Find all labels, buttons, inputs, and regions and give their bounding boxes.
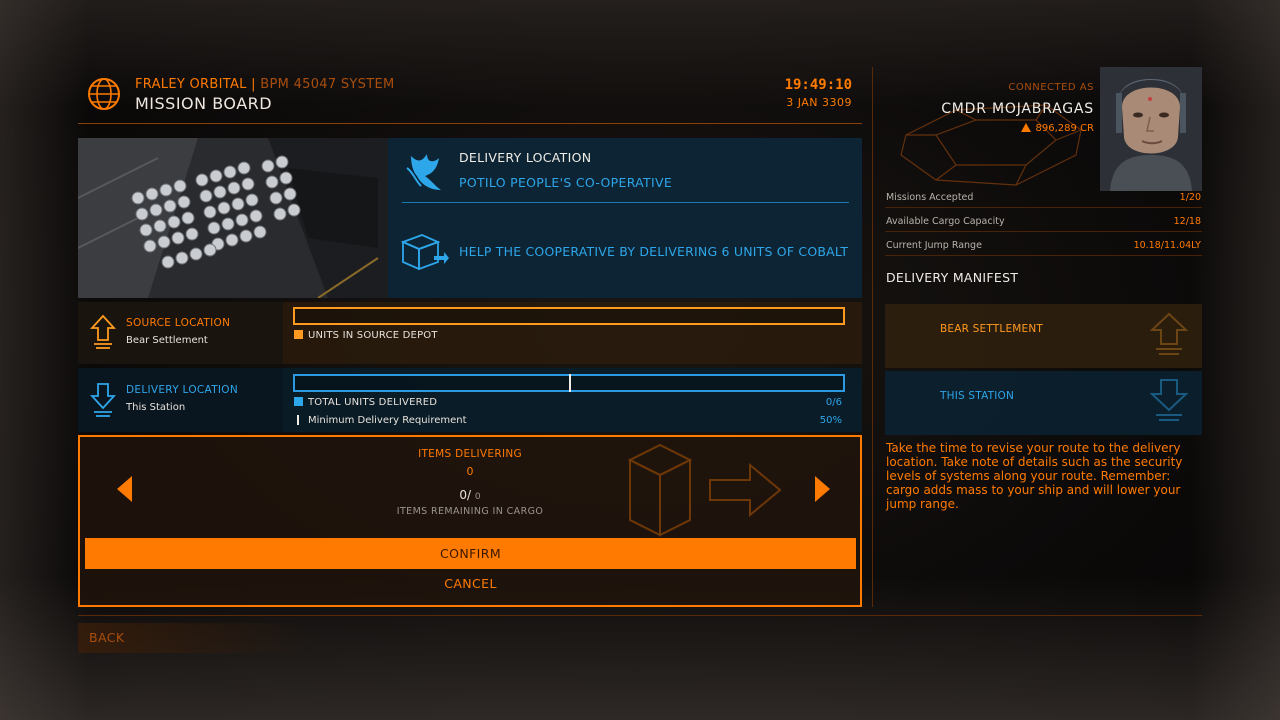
location-line: FRALEY ORBITAL | BPM 45047 SYSTEM — [135, 77, 394, 92]
manifest-down-arrow-icon — [1150, 379, 1188, 421]
stat-value: 1/20 — [1179, 192, 1201, 203]
confirm-button[interactable]: CONFIRM — [85, 538, 856, 569]
source-up-arrow-icon — [90, 314, 116, 349]
commander-portrait-image — [1100, 67, 1202, 191]
decrease-quantity-arrow-icon[interactable] — [117, 476, 132, 502]
delivered-count: 0/6 — [825, 397, 842, 408]
cancel-button[interactable]: CANCEL — [85, 572, 856, 596]
station-name: FRALEY ORBITAL — [135, 77, 247, 92]
delivery-location-label: DELIVERY LOCATION — [126, 384, 239, 396]
back-button[interactable]: BACK — [78, 623, 302, 653]
stat-value: 12/18 — [1173, 216, 1201, 227]
manifest-source-label: BEAR SETTLEMENT — [940, 323, 1044, 335]
cargo-canisters-image — [78, 138, 388, 298]
min-requirement-swatch — [297, 415, 299, 425]
source-location-label: SOURCE LOCATION — [126, 317, 231, 329]
system-name: BPM 45047 SYSTEM — [260, 77, 395, 92]
commander-avatar — [1100, 67, 1202, 191]
delivered-legend-swatch — [294, 397, 303, 406]
connected-as-label: CONNECTED AS — [1008, 82, 1094, 93]
source-legend-swatch — [294, 330, 303, 339]
items-remaining-value: 0/ — [459, 488, 472, 502]
delivered-legend-label: TOTAL UNITS DELIVERED — [308, 397, 438, 408]
commander-name: CMDR MOJABRAGAS — [941, 101, 1094, 117]
info-divider — [402, 202, 849, 203]
delivery-down-arrow-icon — [90, 383, 116, 417]
stat-label: Current Jump Range — [886, 240, 982, 251]
cargo-box-icon — [400, 234, 449, 270]
min-requirement-marker — [569, 374, 571, 392]
location-separator: | — [251, 77, 256, 92]
credits-icon — [1020, 123, 1031, 132]
delivery-location-value: This Station — [126, 402, 186, 413]
globe-icon — [88, 78, 120, 110]
stat-value: 10.18/11.04LY — [1133, 240, 1201, 251]
source-depot-bar — [293, 307, 845, 325]
stat-row-cargo: Available Cargo Capacity 12/18 — [885, 214, 1202, 232]
mission-objective: HELP THE COOPERATIVE BY DELIVERING 6 UNI… — [459, 244, 849, 259]
stat-row-jump-range: Current Jump Range 10.18/11.04LY — [885, 238, 1202, 256]
panel-separator — [872, 67, 873, 607]
faction-name: POTILO PEOPLE'S CO-OPERATIVE — [459, 175, 673, 190]
source-location-value: Bear Settlement — [126, 335, 208, 346]
manifest-title: DELIVERY MANIFEST — [886, 270, 1019, 285]
route-tip: Take the time to revise your route to th… — [886, 441, 1183, 511]
stat-row-missions: Missions Accepted 1/20 — [885, 190, 1202, 208]
stat-label: Available Cargo Capacity — [886, 216, 1005, 227]
credits-value: 896,289 CR — [1035, 123, 1094, 134]
commander-credits: 896,289 CR — [1020, 123, 1094, 134]
items-remaining-total: 0 — [474, 492, 481, 502]
clock: 19:49:10 — [784, 77, 852, 93]
manifest-up-arrow-icon — [1150, 312, 1188, 355]
items-remaining-label: ITEMS REMAINING IN CARGO — [396, 506, 544, 517]
date: 3 JAN 3309 — [786, 96, 852, 109]
info-heading: DELIVERY LOCATION — [459, 150, 592, 165]
source-legend-label: UNITS IN SOURCE DEPOT — [308, 330, 438, 341]
increase-quantity-arrow-icon[interactable] — [815, 476, 830, 502]
stat-label: Missions Accepted — [886, 192, 974, 203]
manifest-destination-label: THIS STATION — [940, 390, 1015, 402]
page-title: MISSION BOARD — [135, 94, 273, 113]
items-delivering-count: 0 — [466, 465, 474, 478]
mission-image — [78, 138, 388, 298]
min-requirement-label: Minimum Delivery Requirement — [308, 415, 467, 426]
items-remaining: 0/ 0 — [78, 488, 862, 502]
items-delivering-label: ITEMS DELIVERING — [418, 448, 522, 460]
header-divider — [78, 123, 862, 124]
footer-divider — [78, 615, 1202, 616]
min-requirement-percent: 50% — [819, 415, 842, 426]
faction-bird-icon — [406, 154, 441, 190]
